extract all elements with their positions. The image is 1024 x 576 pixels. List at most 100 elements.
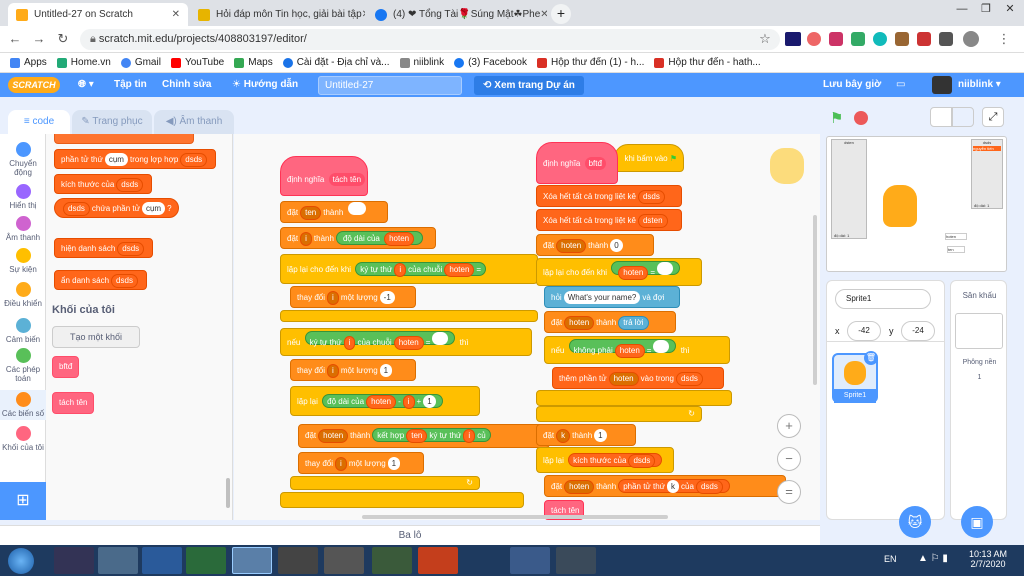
tab-code[interactable]: ≡ code (8, 110, 70, 134)
block-input[interactable] (656, 262, 673, 275)
category-variables[interactable]: Các biến số (0, 390, 46, 420)
extension-icon[interactable] (829, 32, 843, 46)
list-dropdown[interactable]: dsds (628, 454, 656, 468)
operator-equals[interactable]: hoten = (611, 261, 680, 280)
variable-reporter[interactable]: hoten (366, 395, 397, 409)
forward-icon[interactable]: → (30, 30, 48, 48)
back-icon[interactable]: ← (6, 30, 24, 48)
block-input[interactable]: 0 (610, 239, 623, 252)
see-project-page-button[interactable]: ⟲ Xem trang Dự án (474, 76, 584, 95)
add-extension-button[interactable]: ⊞ (0, 482, 46, 520)
set-variable-block[interactable]: đặt k thành 1 (536, 424, 636, 446)
block-input[interactable]: 1 (379, 364, 393, 377)
operator-length[interactable]: độ dài của hoten (335, 231, 424, 246)
list-dropdown[interactable]: dsds (117, 242, 145, 256)
bookmark-gmail-inbox-2[interactable]: Hộp thư đến - hath... (654, 57, 761, 68)
variable-dropdown[interactable]: hoten (564, 316, 595, 330)
palette-block-list-contains[interactable]: dsds chứa phần tử cụm? (54, 198, 179, 218)
username[interactable]: niiblink ▾ (958, 79, 1001, 90)
define-block[interactable]: định nghĩa bftđ (536, 142, 618, 184)
bookmark-youtube[interactable]: YouTube (170, 57, 224, 68)
extension-icon[interactable] (807, 32, 821, 46)
bookmark-niiblink[interactable]: niiblink (399, 57, 444, 68)
change-variable-block[interactable]: thay đổi i một lượng -1 (290, 286, 416, 308)
extension-icon[interactable] (785, 32, 801, 46)
operator-equals[interactable]: ký tự thứ i của chuỗi hoten = (355, 262, 487, 277)
scratch-logo[interactable]: SCRATCH (8, 77, 60, 93)
media-player-icon[interactable] (54, 547, 94, 574)
list-dropdown[interactable]: dsds (111, 274, 138, 288)
variable-reporter[interactable]: hoten (384, 232, 415, 246)
set-variable-block[interactable]: đặt i thành độ dài của hoten (280, 227, 436, 249)
zoom-out-button[interactable]: − (777, 447, 801, 471)
puzzle-icon[interactable] (939, 32, 953, 46)
close-tab-icon[interactable]: ✕ (362, 9, 365, 20)
chrome-taskbar-icon[interactable] (510, 547, 550, 574)
palette-block-custom-tach-ten[interactable]: tách tên (52, 392, 95, 414)
list-dropdown[interactable]: dsds (180, 153, 208, 167)
file-menu[interactable]: Tập tin (114, 79, 147, 90)
repeat-until-block[interactable]: lặp lại cho đến khi ký tự thứ i của chuỗi h… (280, 254, 538, 284)
repeat-until-block[interactable]: lặp lại cho đến khi hoten = (536, 258, 702, 286)
large-stage-icon[interactable] (952, 107, 974, 127)
bookmark-star-icon[interactable]: ☆ (756, 30, 774, 48)
variable-reporter[interactable]: i (402, 395, 415, 409)
list-dropdown[interactable]: dsds (695, 480, 723, 494)
variable-reporter[interactable]: i (463, 429, 476, 443)
palette-block-show-list[interactable]: hiện danh sách dsds (54, 238, 154, 258)
cat-sprite-icon[interactable] (883, 185, 917, 227)
x-input[interactable]: -42 (847, 321, 881, 341)
project-title-input[interactable]: Untitled-27 (318, 76, 462, 95)
folder-icon[interactable]: ▭ (896, 79, 905, 90)
palette-scrollbar[interactable] (226, 478, 230, 508)
close-tab-icon[interactable]: ✕ (172, 9, 180, 20)
set-variable-block[interactable]: đặt hoten thành kết hợp ten ký tự thứ i củ (298, 424, 550, 448)
category-sound[interactable]: Âm thanh (0, 216, 46, 242)
block-input[interactable]: k (667, 480, 680, 493)
stop-icon[interactable] (854, 111, 868, 125)
bookmark-homevn[interactable]: Home.vn (56, 57, 111, 68)
url-input[interactable]: 🔒︎ scratch.mit.edu/projects/408803197/ed… (80, 29, 780, 50)
file-explorer-icon[interactable] (98, 547, 138, 574)
variable-dropdown[interactable]: i (300, 232, 312, 246)
variable-dropdown[interactable]: hoten (318, 429, 349, 443)
variable-dropdown[interactable]: i (327, 364, 339, 378)
tab-sounds[interactable]: ◀︎) Âm thanh (154, 110, 234, 134)
palette-block-partial[interactable] (54, 134, 194, 144)
powerpoint-icon[interactable] (418, 547, 458, 574)
close-window-button[interactable]: ✕ (998, 0, 1022, 20)
category-sensing[interactable]: Cảm biến (0, 318, 46, 344)
block-input[interactable]: cụm (104, 153, 128, 166)
block-input[interactable]: 1 (594, 429, 607, 442)
if-block[interactable]: nếu ký tự thứ i của chuỗi hoten = thì (280, 328, 532, 356)
set-variable-block[interactable]: đặt hoten thành trả lời (544, 311, 676, 333)
tab-costumes[interactable]: ✎ Trang phục (72, 110, 152, 134)
category-control[interactable]: Điều khiển (0, 282, 46, 308)
palette-block-hide-list[interactable]: ẩn danh sách dsds (54, 270, 147, 290)
list-dropdown[interactable]: dsds (637, 190, 665, 204)
zoom-reset-button[interactable]: = (777, 480, 801, 504)
fullscreen-icon[interactable]: ⤢ (982, 107, 1004, 127)
block-input[interactable]: 1 (387, 457, 401, 470)
repeat-block[interactable]: lặp lại kích thước của dsds (536, 447, 674, 473)
language-indicator[interactable]: EN (884, 554, 897, 564)
variable-dropdown[interactable]: i (327, 291, 339, 305)
y-input[interactable]: -24 (901, 321, 935, 341)
palette-block-item-of-list[interactable]: phần tử thứ cụm trong lợp hợp dsds (54, 149, 217, 169)
list-dropdown[interactable]: dsds (676, 372, 703, 386)
change-variable-block[interactable]: thay đổi i một lượng 1 (298, 452, 424, 474)
repeat-block[interactable]: lặp lại độ dài của hoten - i +1 (290, 386, 480, 416)
stage-target-panel[interactable]: Sân khấu Phông nền 1 (950, 280, 1007, 520)
variable-dropdown[interactable]: k (556, 429, 571, 443)
set-variable-block[interactable]: đặt ten thành (280, 201, 388, 223)
sprite-name-input[interactable]: Sprite1 (835, 289, 931, 309)
close-tab-icon[interactable]: ✕ (540, 9, 547, 20)
browser-tab-facebook[interactable]: (4) ❤ Tổng Tài🌹Súng Mật☘Phe ✕ (367, 3, 547, 26)
extension-icon[interactable] (917, 32, 931, 46)
start-button-icon[interactable] (8, 548, 34, 574)
variable-reporter[interactable]: hoten (618, 266, 649, 280)
category-motion[interactable]: Chuyển động (0, 142, 46, 177)
list-dropdown[interactable]: dsds (63, 202, 90, 216)
app-taskbar-icon[interactable] (372, 547, 412, 574)
variable-reporter[interactable]: i (343, 336, 356, 350)
